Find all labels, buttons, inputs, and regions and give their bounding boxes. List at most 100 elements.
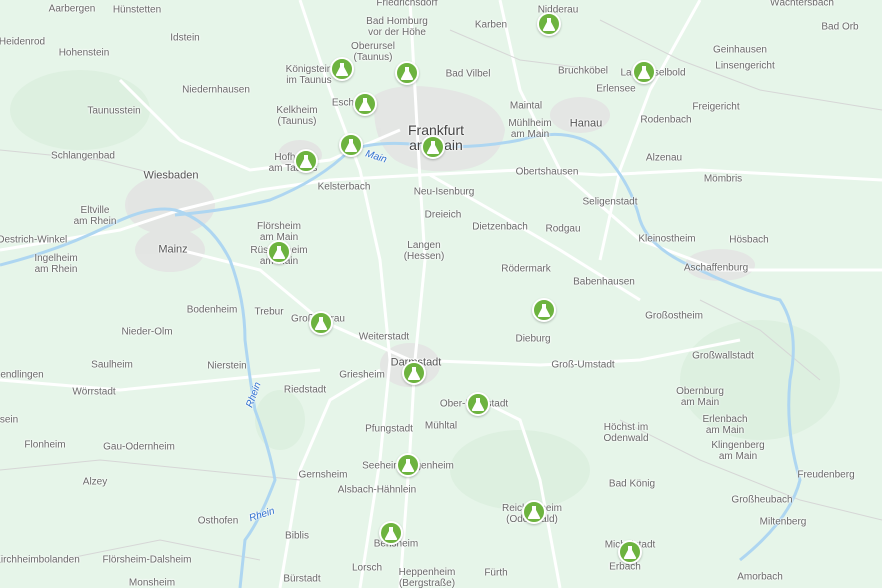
place-label: Freigericht	[692, 101, 740, 113]
place-label: Obernburg am Main	[676, 386, 724, 408]
place-label: Langen (Hessen)	[403, 240, 445, 262]
map-marker[interactable]	[402, 361, 426, 385]
place-label: Hünstetten	[112, 4, 162, 16]
place-label: Alzey	[82, 476, 108, 488]
map-marker[interactable]	[421, 135, 445, 159]
flask-icon	[384, 527, 398, 540]
place-label: Gau-Odernheim	[103, 441, 175, 453]
place-label: Gernsheim	[298, 469, 348, 481]
place-label: Rodenbach	[640, 114, 692, 126]
flask-icon	[400, 67, 414, 80]
place-label: Erlenbach am Main	[702, 414, 748, 436]
place-label: Aschaffenburg	[683, 262, 749, 274]
place-label: Trebur	[254, 306, 284, 318]
place-label: Griesheim	[339, 369, 385, 381]
flask-icon	[344, 139, 358, 152]
place-label: Amorbach	[737, 571, 783, 583]
place-label: Fürth	[484, 567, 508, 579]
place-label: sein	[0, 414, 19, 426]
place-label: Dietzenbach	[472, 221, 528, 233]
place-label: Großwallstadt	[692, 350, 754, 362]
map-marker[interactable]	[532, 298, 556, 322]
place-label: Mühlheim am Main	[508, 118, 552, 140]
place-label: Friedrichsdorf	[376, 0, 438, 9]
place-label: Alzenau	[645, 152, 683, 164]
map-marker[interactable]	[294, 149, 318, 173]
place-label: endlingen	[0, 369, 44, 381]
place-label: Rödermark	[501, 263, 551, 275]
place-label: Mömbris	[703, 173, 743, 185]
map-marker[interactable]	[353, 92, 377, 116]
map-marker[interactable]	[379, 521, 403, 545]
place-label: Linsengericht	[715, 60, 775, 72]
place-label: Bürstadt	[283, 573, 321, 585]
flask-icon	[527, 506, 541, 519]
map-marker[interactable]	[395, 61, 419, 85]
flask-icon	[623, 546, 637, 559]
place-label: Wächtersbach	[770, 0, 834, 9]
place-label: Neu-Isenburg	[413, 186, 475, 198]
place-label: Bad Homburg vor der Höhe	[366, 16, 428, 38]
place-label: Osthofen	[197, 515, 239, 527]
place-label: Flonheim	[24, 439, 66, 451]
place-label: Kleinostheim	[638, 233, 696, 245]
place-label: Karben	[474, 19, 508, 31]
place-label: Großostheim	[645, 310, 703, 322]
map-marker[interactable]	[330, 57, 354, 81]
place-label: Aarbergen	[48, 3, 96, 15]
place-label: Kelkheim (Taunus)	[276, 105, 318, 127]
place-label: Niedernhausen	[182, 84, 250, 96]
place-label: Babenhausen	[573, 276, 635, 288]
flask-icon	[314, 317, 328, 330]
place-label: Alsbach-Hähnlein	[337, 484, 417, 496]
place-label: Hanau	[569, 117, 603, 130]
flask-icon	[299, 155, 313, 168]
map-marker[interactable]	[396, 453, 420, 477]
flask-icon	[537, 304, 551, 317]
place-label: Rodgau	[545, 223, 581, 235]
flask-icon	[401, 459, 415, 472]
flask-icon	[335, 63, 349, 76]
place-label: Lorsch	[351, 562, 383, 574]
place-label: Höchst im Odenwald	[603, 422, 649, 444]
place-label: Kelsterbach	[317, 181, 371, 193]
flask-icon	[542, 18, 556, 31]
flask-icon	[471, 398, 485, 411]
place-label: Riedstadt	[283, 384, 327, 396]
place-label: Idstein	[170, 32, 200, 44]
place-label: Maintal	[509, 100, 543, 112]
place-label: Oberursel (Taunus)	[351, 41, 395, 63]
place-label: Heppenheim (Bergstraße)	[398, 567, 456, 588]
map-canvas[interactable]: Rhein Rhein Main Aarbergen Hünstetten Fr…	[0, 0, 882, 588]
place-label: Hösbach	[729, 234, 769, 246]
place-label: Kirchheimbolanden	[0, 554, 80, 566]
place-label: Bad Orb	[821, 21, 859, 33]
map-marker[interactable]	[339, 133, 363, 157]
place-label: Schlangenbad	[51, 150, 115, 162]
map-marker[interactable]	[466, 392, 490, 416]
map-marker[interactable]	[309, 311, 333, 335]
map-marker[interactable]	[632, 60, 656, 84]
place-label: Freudenberg	[797, 469, 855, 481]
place-label: Mainz	[158, 243, 188, 256]
map-marker[interactable]	[267, 240, 291, 264]
place-label: Saulheim	[91, 359, 133, 371]
place-label: Hohenstein	[58, 47, 110, 59]
map-marker[interactable]	[537, 12, 561, 36]
flask-icon	[637, 66, 651, 79]
place-label: Monsheim	[128, 577, 176, 588]
place-label: Groß-Umstadt	[551, 359, 615, 371]
map-marker[interactable]	[522, 500, 546, 524]
map-marker[interactable]	[618, 540, 642, 564]
place-label: Klingenberg am Main	[711, 440, 765, 462]
place-label: Mühltal	[424, 420, 458, 432]
place-label: Bodenheim	[186, 304, 238, 316]
place-label: Eltville am Rhein	[73, 205, 117, 227]
place-label: Nieder-Olm	[121, 326, 173, 338]
flask-icon	[426, 141, 440, 154]
place-label: Erlensee	[596, 83, 636, 95]
place-label: Wiesbaden	[143, 169, 199, 182]
flask-icon	[358, 98, 372, 111]
place-label: Bad König	[608, 478, 656, 490]
place-label: Pfungstadt	[365, 423, 413, 435]
